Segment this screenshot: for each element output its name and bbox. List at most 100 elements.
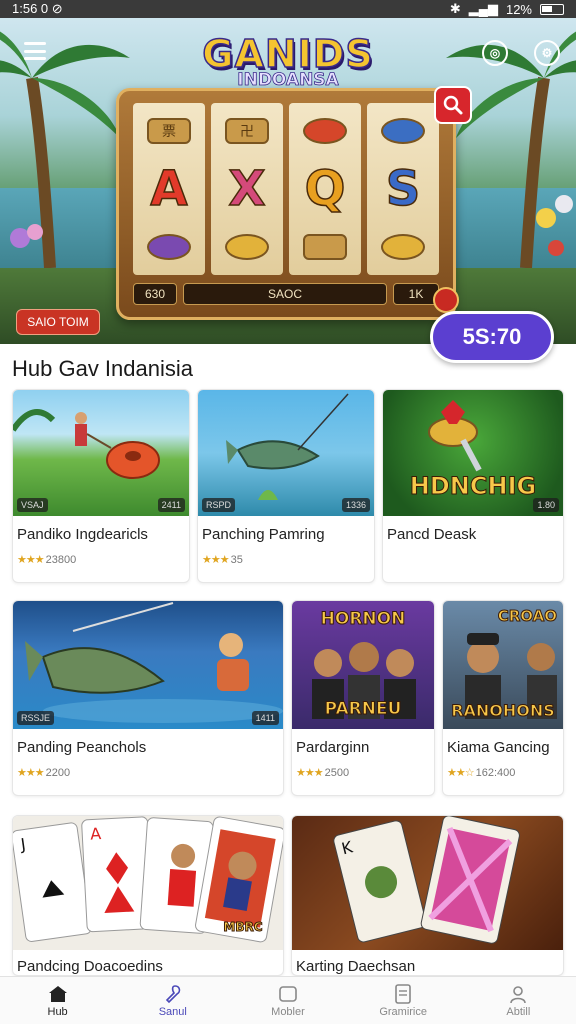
game-card[interactable]: VSAJ 2411 Pandiko Ingdearicls ★★★ 23800 xyxy=(12,389,190,583)
reel-4-letter: S xyxy=(385,160,421,217)
game-card[interactable]: J A MBRC Pandcing Doacoedins xyxy=(12,815,284,976)
hero-tag-button[interactable]: SAIO TOIM xyxy=(16,309,100,335)
status-indicators: ✱ ▂▄▆ 12% xyxy=(450,1,564,17)
game-title: Pandiko Ingdearicls xyxy=(17,526,148,543)
game-thumbnail: K xyxy=(292,816,563,950)
nav-label: Sanul xyxy=(158,1005,187,1018)
thumbnail-title-bottom: RANOHONS xyxy=(451,701,556,721)
status-time: 1:56 0 ⊘ xyxy=(12,1,63,16)
game-thumbnail: HDNCHIG 1.80 xyxy=(383,390,563,516)
game-card[interactable]: HDNCHIG 1.80 Pancd Deask xyxy=(382,389,564,583)
thumbnail-badge-left: VSAJ xyxy=(17,498,48,512)
game-card[interactable]: CROAO RANOHONS Kiama Gancing ★★☆ 162:400 xyxy=(442,600,564,796)
thumbnail-badge-right: 1.80 xyxy=(533,498,559,512)
rating-count: 162:400 xyxy=(475,766,516,779)
rating-count: 2200 xyxy=(45,766,71,779)
thumbnail-title: HDNCHIG xyxy=(409,472,537,501)
game-rating: ★★★ 2200 xyxy=(13,756,283,780)
reel-2-top-symbol: 卍 xyxy=(225,117,269,144)
logo-subtitle: INDOANSA xyxy=(237,70,339,91)
thumbnail-badge-right: 2411 xyxy=(157,498,185,512)
game-rating: ★★★ 23800 xyxy=(13,543,189,567)
rating-count: 23800 xyxy=(45,553,77,566)
search-button[interactable] xyxy=(434,86,472,124)
square-icon xyxy=(277,984,299,1004)
document-icon xyxy=(392,983,414,1004)
game-rating: ★★☆ 162:400 xyxy=(443,756,563,780)
nav-item-sanul[interactable]: Sanul xyxy=(128,984,218,1018)
game-title: Panching Pamring xyxy=(202,526,325,543)
slot-reels: 票 A 卍 X Q S xyxy=(133,103,439,275)
game-title: Pandcing Doacoedins xyxy=(17,958,163,975)
battery-icon xyxy=(540,3,564,15)
reel-2-letter: X xyxy=(228,160,267,217)
reel-1-top-symbol: 票 xyxy=(147,117,191,144)
game-title: Pardarginn xyxy=(296,739,370,756)
game-artwork xyxy=(25,602,283,723)
nav-label: Gramirice xyxy=(379,1005,427,1018)
home-icon xyxy=(47,984,69,1004)
game-title: Panding Peanchols xyxy=(17,739,147,756)
reel-3-bottom-symbol xyxy=(303,234,347,261)
rating-stars-icon: ★★★ xyxy=(17,767,45,779)
game-card[interactable]: K Karting Daechsan xyxy=(291,815,564,976)
thumbnail-title-top: CROAO xyxy=(497,607,557,626)
reel-4-bottom-chip xyxy=(381,234,425,261)
game-thumbnail: HORNON PARNEU xyxy=(292,601,434,729)
nav-item-gramirice[interactable]: Gramirice xyxy=(358,983,448,1018)
game-card[interactable]: HORNON PARNEU Pardarginn ★★★ 2500 xyxy=(291,600,435,796)
slot-machine[interactable]: 票 A 卍 X Q S 630 SAOC 1K xyxy=(116,88,459,320)
status-bar: 1:56 0 ⊘ ✱ ▂▄▆ 12% xyxy=(0,0,576,18)
game-thumbnail: J A MBRC xyxy=(13,816,283,950)
rating-stars-icon: ★★★ xyxy=(202,554,230,566)
game-card[interactable]: RSSJE 1411 Panding Peanchols ★★★ 2200 xyxy=(12,600,284,796)
bottom-navigation: Hub Sanul Mobler Gramirice Abtill xyxy=(0,976,576,1024)
spin-button[interactable] xyxy=(433,287,459,313)
search-icon xyxy=(443,95,463,115)
nav-item-abtill[interactable]: Abtill xyxy=(473,984,563,1018)
rating-count: 35 xyxy=(230,553,243,566)
nav-item-hub[interactable]: Hub xyxy=(13,984,103,1018)
game-thumbnail: RSPD 1336 xyxy=(198,390,374,516)
signal-icon: ▂▄▆ xyxy=(468,1,498,16)
thumbnail-badge-right: 1336 xyxy=(341,498,370,512)
battery-level: 12% xyxy=(505,1,532,17)
game-thumbnail: RSSJE 1411 xyxy=(13,601,283,729)
rating-stars-icon: ★★★ xyxy=(17,554,45,566)
reel-3-letter: Q xyxy=(304,160,346,217)
nav-item-mobler[interactable]: Mobler xyxy=(243,984,333,1018)
game-rating: ★★★ 35 xyxy=(198,543,374,567)
game-card[interactable]: RSPD 1336 Panching Pamring ★★★ 35 xyxy=(197,389,375,583)
hero-banner[interactable]: ◎ ⚙ GANIDS INDOANSA 票 A 卍 X Q S 630 SAOC… xyxy=(0,18,576,344)
game-thumbnail: CROAO RANOHONS xyxy=(443,601,563,729)
game-thumbnail: VSAJ 2411 xyxy=(13,390,189,516)
reel-2: 卍 X xyxy=(211,103,283,275)
reel-2-bottom-chip xyxy=(225,234,269,261)
countdown-timer[interactable]: 5S:70 xyxy=(430,311,554,363)
win-value: 1K xyxy=(393,283,439,305)
nav-label: Hub xyxy=(47,1005,68,1018)
game-title: Karting Daechsan xyxy=(296,958,416,975)
slot-info-bar: 630 SAOC 1K xyxy=(133,281,439,307)
card-art-text: MBRC xyxy=(223,920,263,935)
nav-label: Abtill xyxy=(506,1005,531,1018)
game-logo: GANIDS INDOANSA xyxy=(0,31,576,91)
reel-1-bottom-chip xyxy=(147,234,191,261)
rating-count: 2500 xyxy=(324,766,350,779)
reel-1: 票 A xyxy=(133,103,205,275)
rating-stars-icon: ★★★ xyxy=(296,767,324,779)
thumbnail-badge-left: RSPD xyxy=(202,498,236,512)
pin-icon xyxy=(162,984,184,1004)
thumbnail-badge-right: 1411 xyxy=(251,711,279,725)
user-icon xyxy=(507,984,529,1004)
reel-4: S xyxy=(367,103,439,275)
rating-stars-icon: ★★☆ xyxy=(447,767,475,779)
thumbnail-title-bottom: PARNEU xyxy=(324,699,402,720)
game-rating: ★★★ 2500 xyxy=(292,756,434,780)
reel-3: Q xyxy=(289,103,361,275)
bluetooth-icon: ✱ xyxy=(449,1,461,16)
thumbnail-title-top: HORNON xyxy=(320,609,406,630)
thumbnail-badge-left: RSSJE xyxy=(17,711,55,725)
reel-1-letter: A xyxy=(150,160,189,217)
nav-label: Mobler xyxy=(271,1005,305,1018)
